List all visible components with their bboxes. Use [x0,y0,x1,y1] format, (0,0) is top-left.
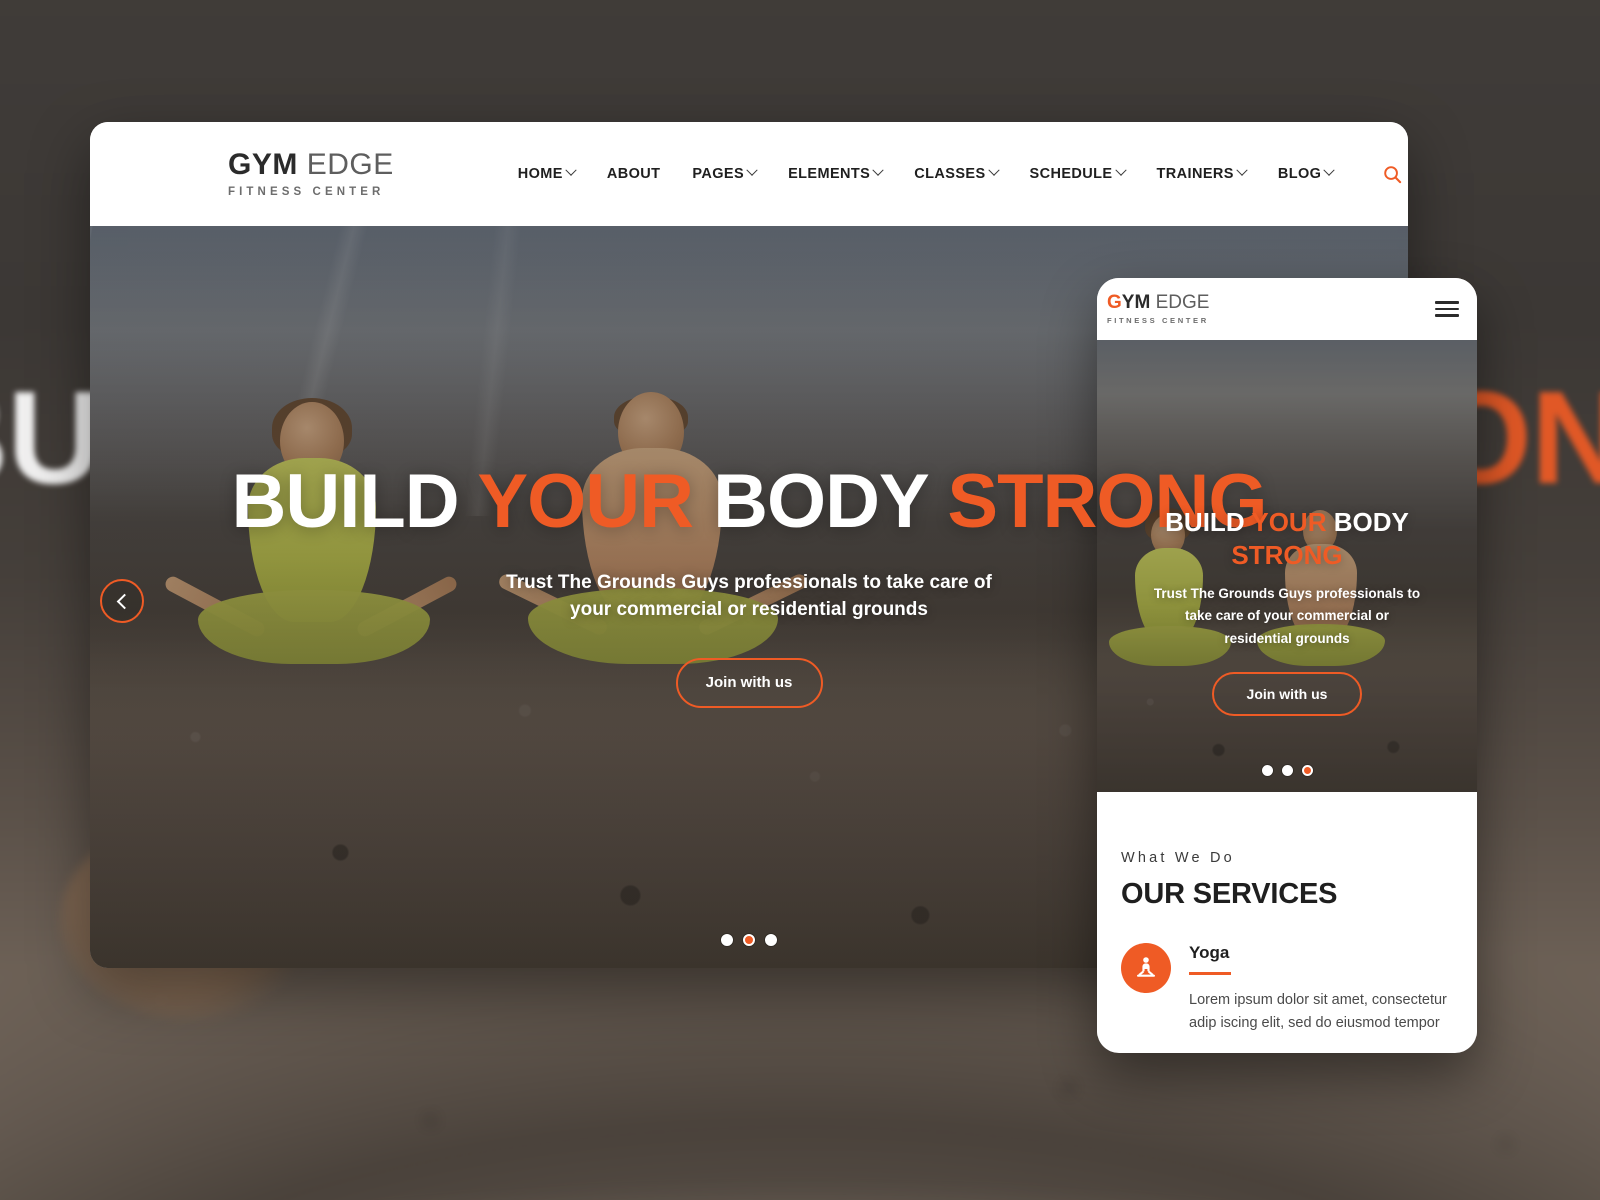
screenshot-stage: BUILD YOUR BODY STRONG Trust The Grounds… [0,0,1600,1200]
hero-title-part1: BUILD [231,459,478,544]
logo-wordmark: GYM EDGE [228,150,394,180]
primary-navigation: HOME ABOUT PAGES ELEMENTS CLASSES SCHEDU… [502,164,1350,182]
nav-item-elements[interactable]: ELEMENTS [772,164,898,182]
nav-item-about[interactable]: ABOUT [591,166,677,182]
chevron-down-icon [565,164,577,176]
desktop-header: GYM EDGE FITNESS CENTER HOME ABOUT PAGES… [90,122,1408,226]
hero-title-part2: BODY [692,459,948,544]
hamburger-menu-icon[interactable] [1435,301,1459,317]
nav-label-elements: ELEMENTS [788,166,871,182]
nav-label-blog: BLOG [1277,166,1322,182]
nav-item-trainers[interactable]: TRAINERS [1141,164,1262,182]
mobile-carousel-dot-2[interactable] [1281,765,1293,776]
hero-subtitle: Trust The Grounds Guys professionals to … [506,572,992,620]
chevron-down-icon [746,164,758,176]
mobile-hero-title-part2: BODY [1326,507,1409,537]
mobile-carousel-dot-3[interactable] [1301,765,1313,776]
nav-label-about: ABOUT [606,166,661,182]
nav-item-schedule[interactable]: SCHEDULE [1014,164,1141,182]
carousel-dots [90,934,1408,946]
search-icon[interactable] [1375,157,1408,191]
carousel-dot-3[interactable] [765,934,777,946]
chevron-left-icon [116,593,132,609]
logo-tagline: FITNESS CENTER [228,186,385,198]
logo-letter-g: G [228,148,252,181]
service-description: Lorem ipsum dolor sit amet, consectetur … [1189,992,1447,1032]
logo-text-edge: EDGE [306,148,394,181]
hero-title-accent1: YOUR [477,459,694,544]
chevron-down-icon [872,164,884,176]
join-with-us-button[interactable]: Join with us [675,657,823,708]
carousel-prev-button[interactable] [100,579,144,623]
service-underline [1189,972,1231,975]
nav-item-blog[interactable]: BLOG [1262,164,1350,182]
logo-text-ym: YM [251,148,298,181]
chevron-down-icon [1236,164,1248,176]
nav-label-home: HOME [517,166,563,182]
chevron-down-icon [1114,164,1127,176]
mobile-hero-subtitle: Trust The Grounds Guys professionals to … [1153,586,1421,646]
chevron-down-icon [1323,164,1336,176]
nav-item-home[interactable]: HOME [502,164,591,182]
carousel-dot-2[interactable] [743,934,755,946]
chevron-down-icon [987,164,1000,176]
carousel-dot-1[interactable] [721,934,733,946]
mobile-carousel-dots [1097,765,1477,776]
site-logo[interactable]: GYM EDGE FITNESS CENTER [228,150,394,199]
mobile-join-with-us-button[interactable]: Join with us [1212,671,1362,716]
mobile-hero-title-part1: BUILD [1165,507,1252,537]
header-tools: 0 [1375,157,1408,191]
mobile-hero-content: BUILD YOUR BODY STRONG Trust The Grounds… [1097,340,1477,792]
nav-label-pages: PAGES [692,166,745,182]
nav-label-classes: CLASSES [914,166,986,182]
mobile-hero-title-accent2: STRONG [1231,539,1343,570]
nav-item-pages[interactable]: PAGES [676,164,772,182]
nav-label-schedule: SCHEDULE [1029,166,1113,182]
mobile-hero-title-accent1: YOUR [1251,507,1327,537]
nav-item-classes[interactable]: CLASSES [898,164,1013,182]
mobile-hero-carousel: BUILD YOUR BODY STRONG Trust The Grounds… [1097,340,1477,792]
mobile-hero-title: BUILD YOUR BODY STRONG [1137,506,1437,571]
mobile-carousel-dot-1[interactable] [1261,765,1273,776]
nav-label-trainers: TRAINERS [1156,166,1234,182]
